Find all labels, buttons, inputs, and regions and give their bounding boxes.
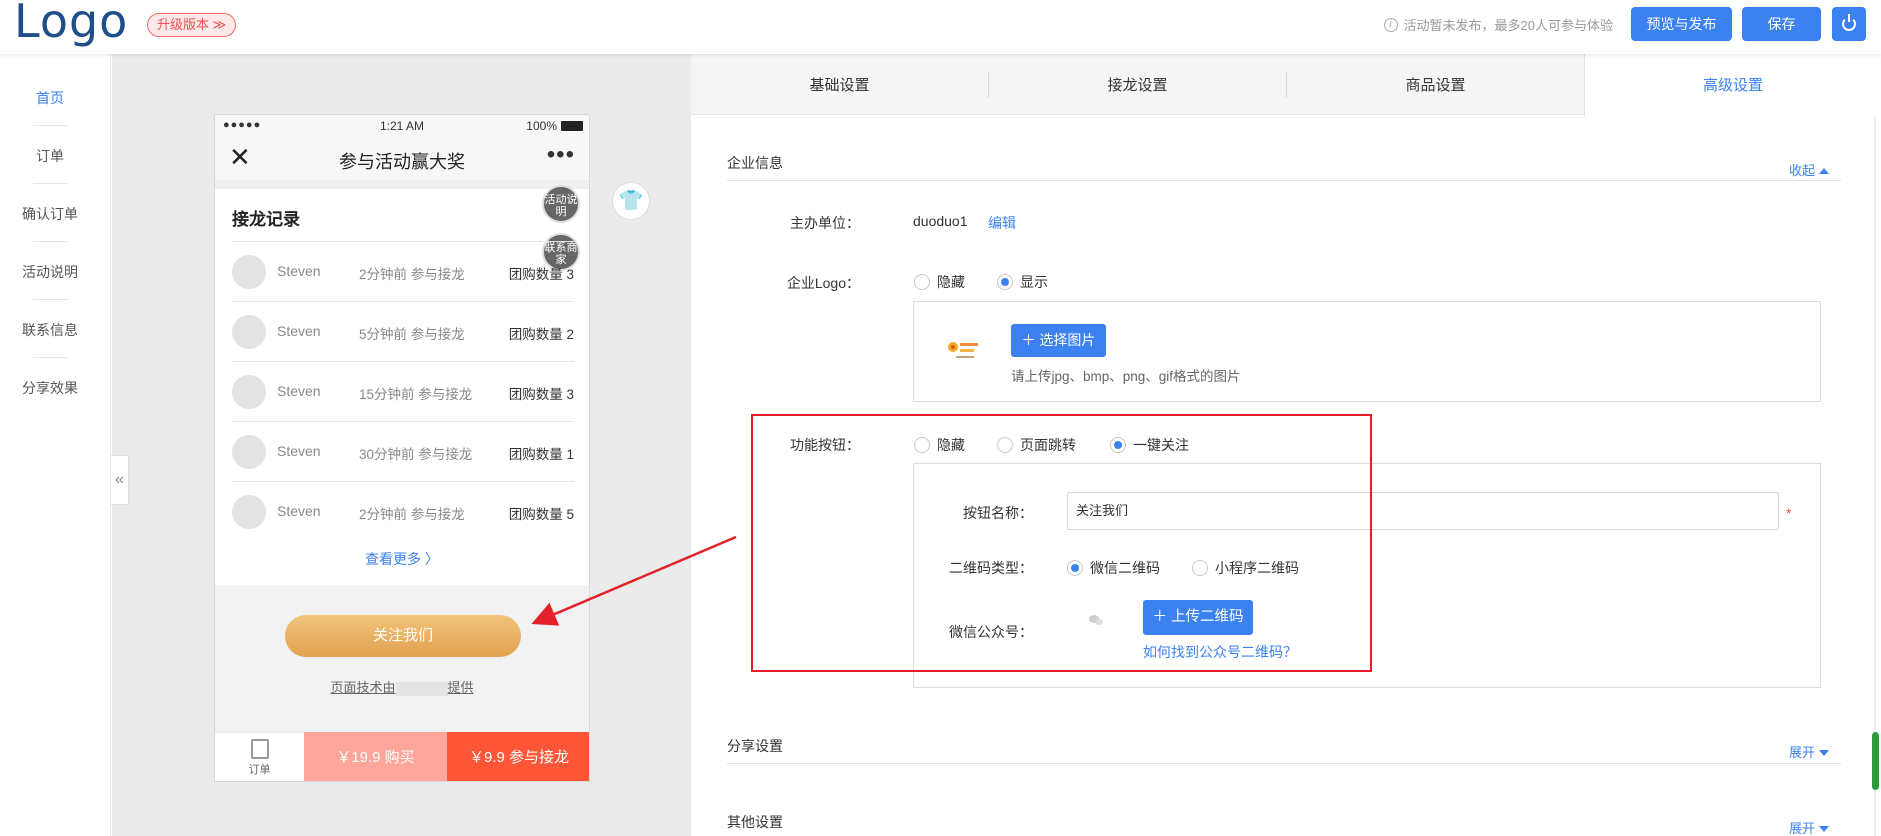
annotation-highlight-box (751, 414, 1372, 672)
radio-circle-checked (997, 274, 1013, 290)
section-divider (727, 180, 1841, 181)
info-icon: i (1383, 17, 1398, 32)
tab-relay[interactable]: 接龙设置 (989, 54, 1286, 115)
logo-label: 企业Logo： (786, 275, 860, 291)
host-value: duoduo1 (913, 213, 968, 229)
share-expand-toggle[interactable]: 展开 (1789, 742, 1829, 761)
logo-hide-radio[interactable]: 隐藏 (914, 272, 965, 292)
settings-tabs: 基础设置 接龙设置 商品设置 高级设置 (691, 54, 1881, 116)
power-button[interactable] (1832, 7, 1866, 41)
company-section-title: 企业信息 (727, 155, 783, 171)
app-logo: Logo (14, 0, 129, 48)
expand-label: 展开 (1788, 745, 1815, 760)
other-expand-toggle[interactable]: 展开 (1789, 818, 1829, 836)
upgrade-button[interactable]: 升级版本 ≫ (147, 13, 237, 37)
tab-basic[interactable]: 基础设置 (691, 54, 988, 115)
expand-label: 展开 (1788, 821, 1815, 836)
tab-advanced[interactable]: 高级设置 (1584, 54, 1881, 116)
edit-host-link[interactable]: 编辑 (988, 213, 1016, 233)
tab-product[interactable]: 商品设置 (1287, 54, 1584, 115)
caret-down-icon (1819, 826, 1829, 832)
collapse-label: 收起 (1788, 163, 1815, 178)
plus-icon: ＋ (1021, 332, 1040, 348)
required-mark: * (1786, 505, 1792, 521)
caret-down-icon (1819, 750, 1829, 756)
radio-label: 显示 (1020, 274, 1048, 290)
collapse-toggle[interactable]: 收起 (1789, 160, 1829, 179)
scrollbar-thumb[interactable] (1872, 732, 1879, 790)
image-format-hint: 请上传jpg、bmp、png、gif格式的图片 (1011, 369, 1241, 384)
host-label: 主办单位： (790, 215, 860, 231)
radio-circle (914, 274, 930, 290)
top-header: Logo 升级版本 ≫ i 活动暂未发布，最多20人可参与体验 预览与发布 保存 (0, 0, 1881, 54)
radio-label: 隐藏 (937, 274, 965, 290)
logo-show-radio[interactable]: 显示 (997, 272, 1048, 292)
section-divider (727, 763, 1841, 764)
scrollbar-track[interactable] (1874, 116, 1876, 836)
other-section-title: 其他设置 (727, 814, 783, 830)
power-icon (1842, 14, 1856, 31)
choose-image-label: 选择图片 (1039, 332, 1096, 348)
choose-image-button[interactable]: ＋ 选择图片 (1011, 324, 1106, 357)
preview-publish-button[interactable]: 预览与发布 (1631, 7, 1732, 41)
share-section-title: 分享设置 (727, 738, 783, 754)
save-button[interactable]: 保存 (1742, 7, 1821, 41)
notice-text: 活动暂未发布，最多20人可参与体验 (1403, 18, 1613, 33)
caret-up-icon (1819, 168, 1829, 174)
publish-notice: i 活动暂未发布，最多20人可参与体验 (1383, 15, 1613, 34)
company-logo-thumbnail (948, 342, 978, 358)
